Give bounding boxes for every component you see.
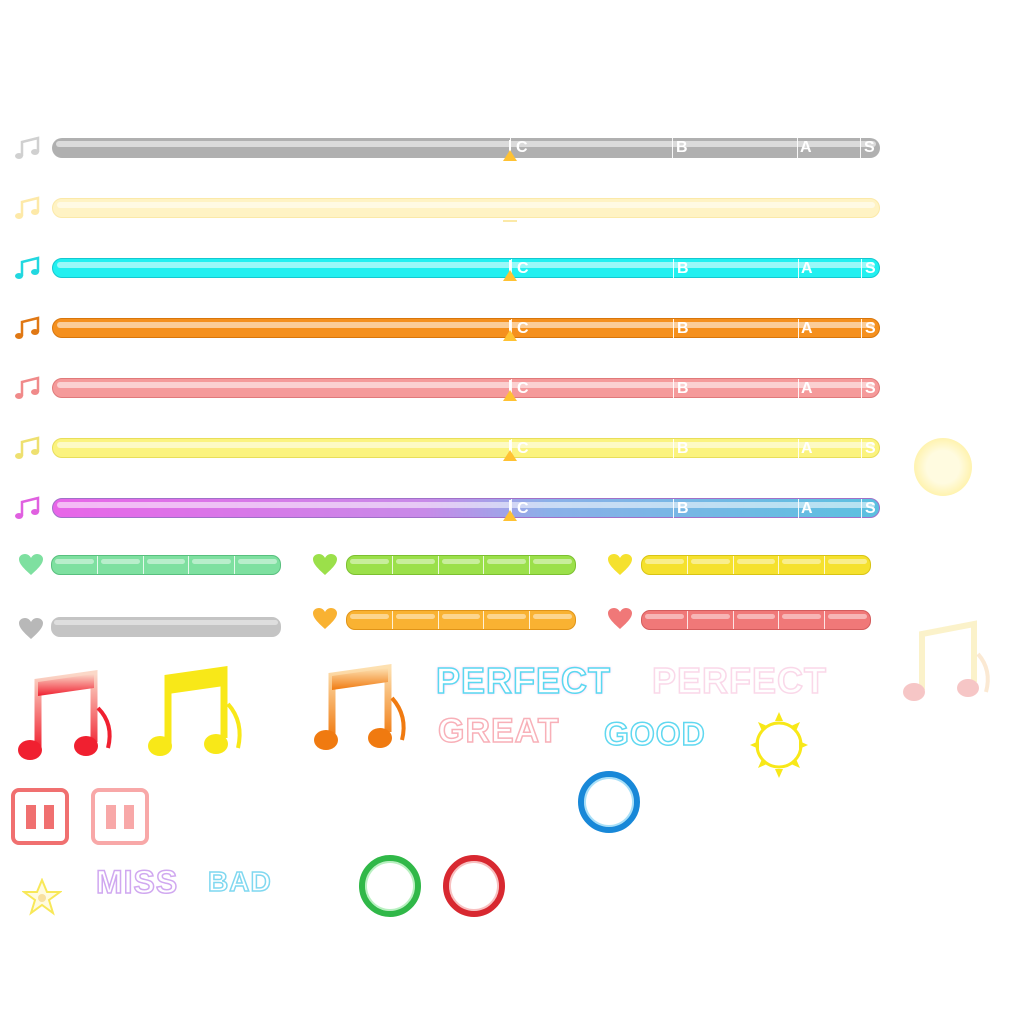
music-note-icon: [15, 436, 40, 459]
heart-icon: [608, 608, 632, 629]
music-note-icon: [314, 663, 406, 750]
marker-icon: [503, 270, 517, 281]
sun-icon: [750, 712, 808, 778]
glow-orb-icon: [914, 438, 972, 496]
life-gauge-red: [641, 610, 871, 630]
score-gauge-gray: C B A S: [52, 138, 880, 158]
rank-s-label: S: [865, 380, 876, 397]
score-gauge-purple: C B A S: [52, 498, 880, 519]
rank-s-label: S: [865, 260, 876, 277]
score-gauge-cream: [52, 198, 880, 218]
rank-a-label: A: [801, 320, 813, 337]
star-icon: [22, 878, 62, 916]
ring-icon-green: [359, 855, 421, 917]
judgement-perfect-alt: PERFECT: [651, 659, 828, 702]
ring-icon-blue: [578, 771, 640, 833]
judgement-good: GOOD: [603, 715, 706, 753]
rank-b-label: B: [677, 260, 689, 277]
music-note-icon: [15, 316, 40, 339]
rank-c-label: C: [517, 320, 529, 337]
marker-icon: [503, 510, 517, 521]
marker-icon: [503, 330, 517, 341]
pause-icon: [124, 805, 134, 829]
rank-b-label: B: [676, 139, 688, 156]
heart-icon: [19, 554, 43, 575]
life-gauge-gray: [51, 617, 281, 637]
judgement-bad: BAD: [207, 865, 272, 898]
heart-icon: [608, 554, 632, 575]
score-gauge-pink: C B A S: [52, 378, 880, 399]
music-note-icon: [148, 665, 242, 756]
rank-s-label: S: [865, 500, 876, 517]
score-gauge-yellow: C B A S: [52, 438, 880, 459]
marker-icon: [503, 220, 517, 222]
music-note-icon: [18, 669, 112, 760]
rank-s-label: S: [864, 139, 875, 156]
judgement-perfect: PERFECT: [435, 659, 612, 702]
pause-button[interactable]: [11, 788, 69, 845]
marker-icon: [503, 390, 517, 401]
rank-b-label: B: [677, 440, 689, 457]
score-gauge-cyan: C B A S: [52, 258, 880, 279]
life-gauge-orange: [346, 610, 576, 630]
rank-a-label: A: [800, 139, 812, 156]
marker-icon: [503, 150, 517, 161]
ring-icon-red: [443, 855, 505, 917]
marker-icon: [503, 450, 517, 461]
music-note-icon: [903, 620, 990, 701]
music-note-icon: [15, 376, 40, 399]
rank-a-label: A: [801, 500, 813, 517]
heart-icon: [19, 618, 43, 639]
pause-icon: [26, 805, 36, 829]
rank-b-label: B: [677, 500, 689, 517]
pause-button-pressed[interactable]: [91, 788, 149, 845]
rank-a-label: A: [801, 380, 813, 397]
music-note-icon: [15, 256, 40, 279]
life-gauge-lime: [346, 555, 576, 575]
pause-icon: [44, 805, 54, 829]
judgement-miss: MISS: [95, 863, 179, 901]
life-gauge-yellow: [641, 555, 871, 575]
pause-icon: [106, 805, 116, 829]
rank-s-label: S: [865, 320, 876, 337]
rank-a-label: A: [801, 440, 813, 457]
rank-c-label: C: [517, 260, 529, 277]
score-gauge-orange: C B A S: [52, 318, 880, 339]
rank-b-label: B: [677, 380, 689, 397]
heart-icon: [313, 608, 337, 629]
rank-b-label: B: [677, 320, 689, 337]
life-gauge-teal: [51, 555, 281, 575]
judgement-great: GREAT: [437, 711, 560, 751]
rank-c-label: C: [517, 500, 529, 517]
music-note-icon: [15, 496, 40, 519]
music-note-icon: [15, 196, 40, 219]
rank-s-label: S: [865, 440, 876, 457]
music-note-icon: [15, 136, 40, 159]
rank-c-label: C: [517, 440, 529, 457]
rank-a-label: A: [801, 260, 813, 277]
heart-icon: [313, 554, 337, 575]
rank-c-label: C: [517, 380, 529, 397]
rank-c-label: C: [516, 139, 528, 156]
